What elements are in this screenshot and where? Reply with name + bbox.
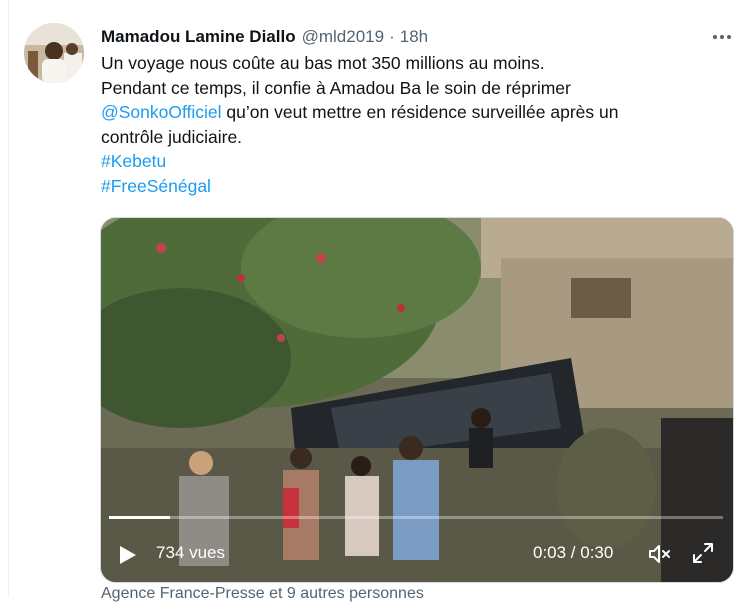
tweet-card[interactable]: Mamadou Lamine Diallo @mld2019 · 18h Un …	[0, 0, 753, 602]
video-caption[interactable]: Agence France-Presse et 9 autres personn…	[101, 585, 424, 603]
video-frame	[101, 218, 733, 582]
tweet-text: Un voyage nous coûte au bas mot 350 mill…	[101, 51, 731, 198]
video-progress-fill	[109, 516, 171, 519]
view-count: 734 vues	[156, 543, 225, 562]
more-dots-icon[interactable]	[710, 30, 734, 44]
tweet-time[interactable]: 18h	[400, 27, 428, 47]
avatar[interactable]	[24, 23, 84, 83]
hashtag-link[interactable]: #FreeSénégal	[101, 174, 731, 199]
hashtag-link[interactable]: #Kebetu	[101, 149, 731, 174]
video-timecode: 0:03 / 0:30	[533, 543, 614, 562]
video-player[interactable]: 734 vues 0:03 / 0:30	[100, 217, 734, 583]
tweet-line: Pendant ce temps, il confie à Amadou Ba …	[101, 77, 571, 98]
video-progress-track[interactable]	[109, 516, 723, 519]
tweet-line-rest: qu’on veut mettre en résidence surveillé…	[221, 102, 619, 122]
fullscreen-expand-icon[interactable]	[692, 542, 714, 564]
thread-divider	[8, 0, 9, 596]
author-name[interactable]: Mamadou Lamine Diallo	[101, 27, 296, 47]
mention-link[interactable]: @SonkoOfficiel	[101, 102, 222, 122]
tweet-header: Mamadou Lamine Diallo @mld2019 · 18h	[101, 26, 428, 48]
play-icon[interactable]	[119, 545, 137, 565]
tweet-line: contrôle judiciaire.	[101, 126, 243, 147]
speaker-muted-icon[interactable]	[648, 543, 672, 565]
author-handle[interactable]: @mld2019	[302, 27, 384, 47]
tweet-line: @SonkoOfficiel qu’on veut mettre en rési…	[101, 100, 731, 125]
separator: ·	[389, 27, 395, 46]
tweet-line: Un voyage nous coûte au bas mot 350 mill…	[101, 53, 545, 73]
